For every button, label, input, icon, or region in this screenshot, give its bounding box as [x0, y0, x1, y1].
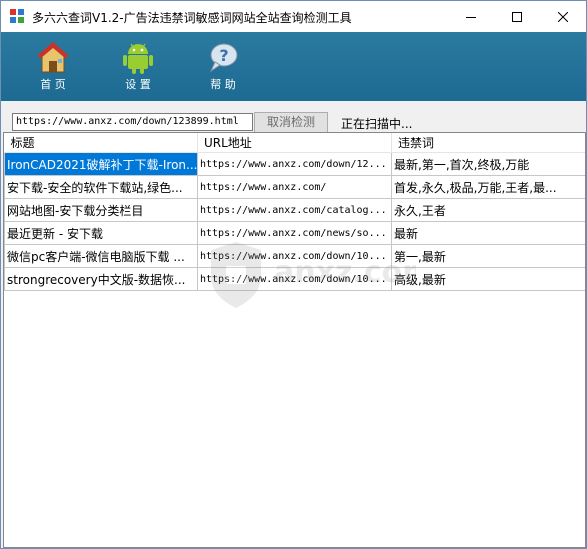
table-row[interactable]: 微信pc客户端-微信电脑版下载 ... https://www.anxz.com… — [4, 244, 585, 268]
home-icon — [36, 42, 70, 73]
column-header-banned-words[interactable]: 违禁词 — [391, 133, 585, 153]
cell-banned-words[interactable]: 首发,永久,极品,万能,王者,最... — [391, 175, 585, 199]
cell-title[interactable]: 最近更新 - 安下载 — [4, 221, 198, 245]
cancel-detection-button[interactable]: 取消检测 — [254, 112, 328, 133]
cell-title[interactable]: 安下载-安全的软件下载站,绿色... — [4, 175, 198, 199]
help-icon: ? — [209, 43, 238, 73]
cell-url[interactable]: https://www.anxz.com/catalog... — [197, 198, 392, 222]
results-table: 标题 URL地址 违禁词 IronCAD2021破解补丁下载-Iron... h… — [4, 133, 585, 291]
table-row[interactable]: strongrecovery中文版-数据恢... https://www.anx… — [4, 267, 585, 291]
maximize-button[interactable] — [494, 1, 540, 32]
settings-tool-button[interactable]: 设 置 — [110, 32, 166, 101]
svg-text:?: ? — [219, 46, 228, 65]
table-row[interactable]: 安下载-安全的软件下载站,绿色... https://www.anxz.com/… — [4, 175, 585, 199]
cell-title[interactable]: 网站地图-安下载分类栏目 — [4, 198, 198, 222]
close-icon — [558, 11, 568, 22]
cell-url[interactable]: https://www.anxz.com/down/10... — [197, 267, 392, 291]
title-bar: 多六六查词V1.2-广告法违禁词敏感词网站全站查询检测工具 — [1, 1, 586, 32]
table-row[interactable]: IronCAD2021破解补丁下载-Iron... https://www.an… — [4, 152, 585, 176]
maximize-icon — [512, 11, 522, 22]
column-header-title[interactable]: 标题 — [4, 133, 198, 153]
cell-url[interactable]: https://www.anxz.com/down/10... — [197, 244, 392, 268]
cell-banned-words[interactable]: 最新 — [391, 221, 585, 245]
help-tool-button[interactable]: ? 帮 助 — [195, 32, 251, 101]
home-tool-button[interactable]: 首 页 — [25, 32, 81, 101]
cell-url[interactable]: https://www.anxz.com/news/so... — [197, 221, 392, 245]
cell-banned-words[interactable]: 第一,最新 — [391, 244, 585, 268]
cell-url[interactable]: https://www.anxz.com/ — [197, 175, 392, 199]
cell-banned-words[interactable]: 高级,最新 — [391, 267, 585, 291]
cell-banned-words[interactable]: 最新,第一,首次,终极,万能 — [391, 152, 585, 176]
close-button[interactable] — [540, 1, 586, 32]
help-tool-label: 帮 助 — [210, 78, 236, 91]
table-row[interactable]: 网站地图-安下载分类栏目 https://www.anxz.com/catalo… — [4, 198, 585, 222]
cell-title[interactable]: 微信pc客户端-微信电脑版下载 ... — [4, 244, 198, 268]
home-tool-label: 首 页 — [40, 78, 66, 91]
column-header-url[interactable]: URL地址 — [197, 133, 392, 153]
cell-banned-words[interactable]: 永久,王者 — [391, 198, 585, 222]
url-input[interactable] — [12, 113, 253, 131]
scan-status-text: 正在扫描中... — [341, 117, 413, 131]
cell-title[interactable]: strongrecovery中文版-数据恢... — [4, 267, 198, 291]
app-window: 多六六查词V1.2-广告法违禁词敏感词网站全站查询检测工具 首 页 设 置 ? … — [0, 0, 587, 549]
minimize-icon — [466, 16, 476, 18]
window-title: 多六六查词V1.2-广告法违禁词敏感词网站全站查询检测工具 — [32, 11, 352, 25]
table-header-row: 标题 URL地址 违禁词 — [4, 133, 585, 153]
results-grid[interactable]: 标题 URL地址 违禁词 IronCAD2021破解补丁下载-Iron... h… — [3, 132, 586, 548]
settings-tool-label: 设 置 — [125, 78, 151, 91]
main-toolbar: 首 页 设 置 ? 帮 助 — [1, 32, 586, 101]
cell-url[interactable]: https://www.anxz.com/down/12... — [197, 152, 392, 176]
android-settings-icon — [123, 43, 153, 74]
minimize-button[interactable] — [448, 1, 494, 32]
cell-title[interactable]: IronCAD2021破解补丁下载-Iron... — [4, 152, 198, 176]
app-icon — [10, 9, 24, 23]
table-row[interactable]: 最近更新 - 安下载 https://www.anxz.com/news/so.… — [4, 221, 585, 245]
